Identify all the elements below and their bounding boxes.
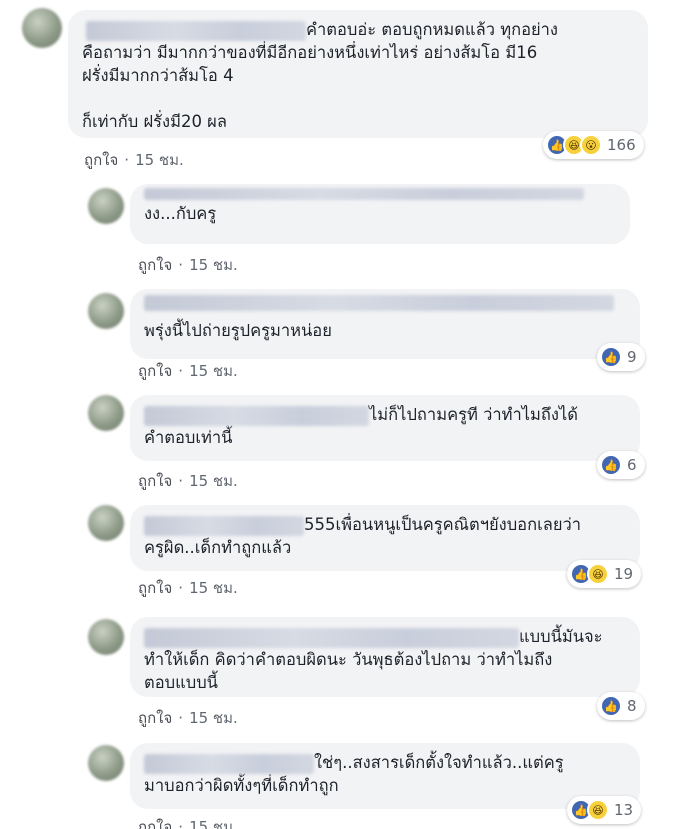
reaction-count: 6: [627, 456, 637, 474]
separator-dot: ·: [124, 151, 130, 169]
comment-meta: ถูกใจ · 15 ชม.: [138, 706, 238, 730]
commenter-name-blurred[interactable]: [144, 754, 314, 774]
avatar[interactable]: [88, 395, 124, 431]
avatar[interactable]: [22, 8, 62, 48]
like-link[interactable]: ถูกใจ: [138, 256, 172, 274]
commenter-name-blurred[interactable]: [144, 406, 369, 426]
reply-6: ใช่ๆ..สงสารเด็กตั้งใจทำแล้ว..แต่ครู มาบอ…: [0, 733, 700, 829]
comment-1: คำตอบอ่ะ ตอบถูกหมดแล้ว ทุกอย่าง คือถามว่…: [0, 0, 700, 180]
reply-2: พรุ่งนี้ไปถ่ายรูปครูมาหน่อย 👍 9 ถูกใจ · 15…: [0, 285, 700, 385]
wow-reaction-icon: 😮: [580, 134, 602, 156]
comment-bubble: ใช่ๆ..สงสารเด็กตั้งใจทำแล้ว..แต่ครู มาบอ…: [130, 743, 640, 809]
timestamp[interactable]: 15 ชม.: [189, 579, 238, 597]
like-link[interactable]: ถูกใจ: [138, 579, 172, 597]
comment-text: งง...กับครู: [144, 204, 217, 223]
comment-bubble: งง...กับครู: [130, 184, 630, 244]
comment-meta: ถูกใจ · 15 ชม.: [138, 576, 238, 600]
reply-1: งง...กับครู ถูกใจ · 15 ชม.: [0, 180, 700, 285]
timestamp[interactable]: 15 ชม.: [189, 709, 238, 727]
reaction-summary[interactable]: 👍 😆 😮 166: [543, 131, 644, 159]
comment-bubble: 555เพื่อนหนูเป็นครูคณิตฯยังบอกเลยว่า ครู…: [130, 505, 640, 571]
reply-5: แบบนี้มันจะ ทำให้เด็ก คิดว่าคำตอบผิดนะ ว…: [0, 605, 700, 733]
reaction-count: 9: [627, 348, 637, 366]
commenter-name-blurred[interactable]: [144, 188, 584, 200]
like-link[interactable]: ถูกใจ: [138, 362, 172, 380]
reaction-summary[interactable]: 👍 😆 19: [567, 560, 642, 588]
separator-dot: ·: [178, 818, 184, 829]
reaction-count: 166: [607, 136, 636, 154]
separator-dot: ·: [178, 362, 184, 380]
comment-meta: ถูกใจ · 15 ชม.: [138, 359, 238, 383]
comment-meta: ถูกใจ · 15 ชม.: [138, 253, 238, 277]
commenter-name-blurred[interactable]: [144, 628, 519, 648]
reaction-count: 13: [614, 801, 634, 819]
haha-reaction-icon: 😆: [587, 799, 609, 821]
commenter-name-blurred[interactable]: [86, 21, 306, 41]
timestamp[interactable]: 15 ชม.: [189, 818, 238, 829]
haha-reaction-icon: 😆: [587, 563, 609, 585]
separator-dot: ·: [178, 579, 184, 597]
reaction-summary[interactable]: 👍 6: [597, 451, 645, 479]
commenter-name-blurred[interactable]: [144, 295, 614, 311]
comment-bubble: แบบนี้มันจะ ทำให้เด็ก คิดว่าคำตอบผิดนะ ว…: [130, 617, 640, 697]
reaction-summary[interactable]: 👍 8: [597, 692, 645, 720]
separator-dot: ·: [178, 472, 184, 490]
comment-bubble: คำตอบอ่ะ ตอบถูกหมดแล้ว ทุกอย่าง คือถามว่…: [68, 10, 648, 138]
like-reaction-icon: 👍: [600, 695, 622, 717]
comment-meta: ถูกใจ · 15 ชม.: [84, 148, 184, 172]
avatar[interactable]: [88, 293, 124, 329]
avatar[interactable]: [88, 188, 124, 224]
avatar[interactable]: [88, 745, 124, 781]
like-link[interactable]: ถูกใจ: [138, 818, 172, 829]
comment-bubble: พรุ่งนี้ไปถ่ายรูปครูมาหน่อย: [130, 289, 640, 359]
like-link[interactable]: ถูกใจ: [138, 472, 172, 490]
like-reaction-icon: 👍: [600, 454, 622, 476]
reply-4: 555เพื่อนหนูเป็นครูคณิตฯยังบอกเลยว่า ครู…: [0, 493, 700, 605]
avatar[interactable]: [88, 619, 124, 655]
comment-meta: ถูกใจ · 15 ชม.: [138, 815, 238, 829]
separator-dot: ·: [178, 709, 184, 727]
reply-3: ไม่ก็ไปถามครูที ว่าทำไมถึงได้ คำตอบเท่าน…: [0, 385, 700, 493]
timestamp[interactable]: 15 ชม.: [135, 151, 184, 169]
like-link[interactable]: ถูกใจ: [84, 151, 118, 169]
reaction-count: 8: [627, 697, 637, 715]
avatar[interactable]: [88, 505, 124, 541]
comment-text: พรุ่งนี้ไปถ่ายรูปครูมาหน่อย: [144, 321, 332, 340]
like-reaction-icon: 👍: [600, 346, 622, 368]
commenter-name-blurred[interactable]: [144, 516, 304, 536]
timestamp[interactable]: 15 ชม.: [189, 362, 238, 380]
separator-dot: ·: [178, 256, 184, 274]
reaction-summary[interactable]: 👍 😆 13: [567, 796, 642, 824]
reaction-summary[interactable]: 👍 9: [597, 343, 645, 371]
reaction-count: 19: [614, 565, 634, 583]
comment-meta: ถูกใจ · 15 ชม.: [138, 469, 238, 493]
like-link[interactable]: ถูกใจ: [138, 709, 172, 727]
timestamp[interactable]: 15 ชม.: [189, 472, 238, 490]
comment-bubble: ไม่ก็ไปถามครูที ว่าทำไมถึงได้ คำตอบเท่าน…: [130, 395, 640, 461]
timestamp[interactable]: 15 ชม.: [189, 256, 238, 274]
